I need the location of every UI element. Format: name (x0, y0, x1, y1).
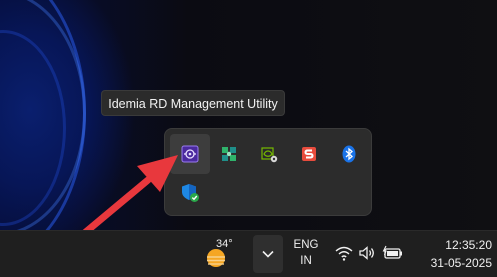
s-app-icon (302, 147, 316, 161)
tray-item-bluetooth[interactable] (329, 134, 369, 174)
tray-item-nvidia[interactable] (249, 134, 289, 174)
show-hidden-icons-button[interactable] (253, 235, 283, 273)
chevron-down-icon (262, 250, 274, 258)
language-indicator[interactable]: ENG IN (289, 239, 323, 271)
taskbar: 34° ENG IN 12:35:20 31-05-2025 (0, 230, 497, 277)
nvidia-icon (261, 147, 278, 163)
volume-icon (359, 246, 374, 260)
weather-widget[interactable]: 34° (199, 237, 243, 273)
tray-item-idemia-rd[interactable] (170, 134, 210, 174)
green-app-icon (222, 147, 236, 161)
battery-charging-icon (382, 245, 402, 259)
tray-item-s-app[interactable] (289, 134, 329, 174)
tray-item-green-app[interactable] (209, 134, 249, 174)
clock[interactable]: 12:35:20 31-05-2025 (414, 237, 492, 273)
weather-temperature: 34° (216, 238, 233, 250)
idemia-rd-icon (181, 145, 199, 163)
clock-time: 12:35:20 (445, 238, 492, 252)
tray-icon-tooltip: Idemia RD Management Utility (101, 90, 285, 116)
language-code: ENG (293, 239, 319, 251)
security-shield-icon (182, 184, 199, 202)
hidden-icons-flyout (164, 128, 372, 216)
bluetooth-icon (342, 145, 356, 163)
clock-date: 31-05-2025 (430, 256, 492, 270)
system-status-icons[interactable] (333, 243, 407, 265)
tray-item-security[interactable] (170, 173, 210, 213)
wifi-icon (335, 246, 353, 261)
language-region: IN (300, 255, 312, 267)
